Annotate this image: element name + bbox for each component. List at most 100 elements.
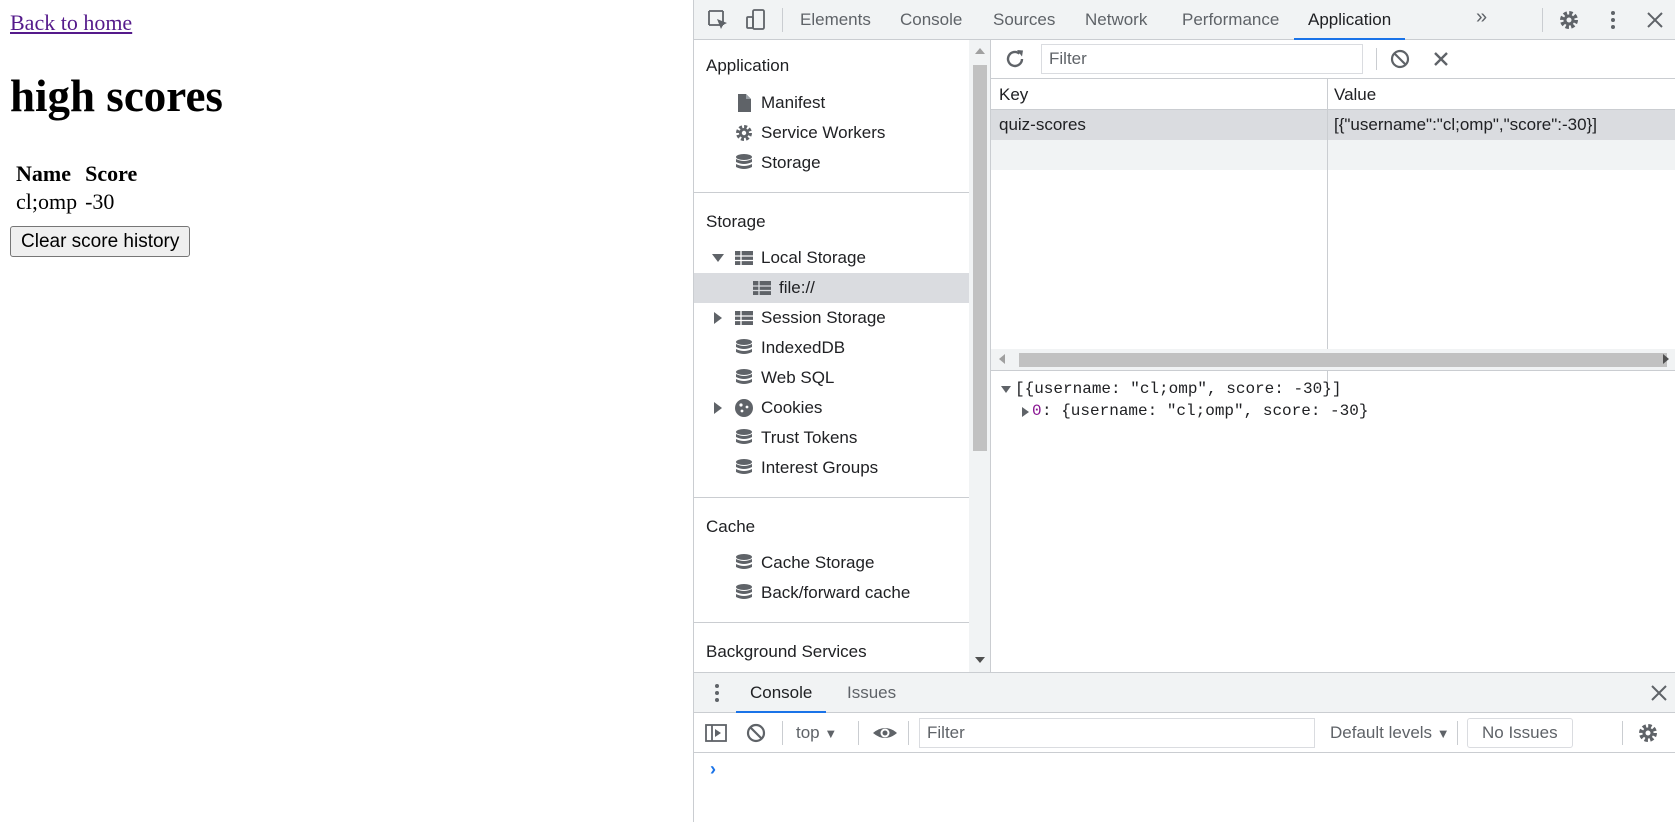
tabbar-separator [782,8,783,32]
expand-closed-icon[interactable] [714,402,722,414]
tab-console[interactable]: Console [900,0,962,40]
toolbar-separator [1376,48,1377,70]
sidebar-item-session-storage[interactable]: Session Storage [694,303,969,333]
sidebar-item-local-storage[interactable]: Local Storage [694,243,969,273]
back-to-home-link[interactable]: Back to home [10,10,132,36]
preview-child-index[interactable]: 0 [1032,402,1042,420]
console-prompt-chevron-icon[interactable]: › [710,759,716,780]
score-value-cell: -30 [85,189,115,214]
sidebar-item-interest-groups[interactable]: Interest Groups [694,453,969,483]
sidebar-section-application: Application [706,56,790,75]
issues-counter-button[interactable]: No Issues [1467,718,1573,748]
table-row[interactable]: quiz-scores [{"username":"cl;omp","score… [991,110,1675,140]
tab-application[interactable]: Application [1294,0,1406,40]
sidebar-section-storage: Storage [706,212,766,231]
tabbar-separator [1542,8,1543,32]
scroll-up-arrow-icon[interactable] [975,48,985,54]
eye-icon[interactable] [872,721,898,750]
delete-selected-icon[interactable] [1429,47,1453,71]
log-levels-dropdown[interactable]: Default levels ▼ [1330,713,1450,754]
toolbar-separator [782,721,783,745]
expand-open-icon[interactable] [1001,386,1011,393]
toolbar-separator [1622,721,1623,745]
sidebar-divider [694,497,969,498]
sidebar-item-cache-storage[interactable]: Cache Storage [694,548,969,578]
scroll-right-arrow-icon[interactable] [1663,354,1669,364]
key-column-header[interactable]: Key [999,79,1028,110]
console-settings-gear-icon[interactable] [1636,721,1660,750]
expand-closed-icon[interactable] [1022,407,1029,417]
sidebar-item-local-storage-file[interactable]: file:// [694,273,969,303]
storage-filter-input[interactable] [1041,44,1363,74]
drawer-menu-icon[interactable] [710,681,724,710]
context-selector[interactable]: top ▼ [796,713,837,754]
sidebar-item-label: Session Storage [761,308,886,327]
close-drawer-icon[interactable] [1648,682,1670,709]
drawer-tab-console[interactable]: Console [736,673,827,713]
page-heading: high scores [10,71,223,121]
close-devtools-icon[interactable] [1643,8,1667,32]
preview-child-value[interactable]: : {username: "cl;omp", score: -30} [1042,402,1368,420]
sidebar-item-label: Cookies [761,398,823,417]
clear-score-history-button[interactable]: Clear score history [10,226,191,257]
database-icon [734,458,754,478]
clear-all-block-icon[interactable] [1388,47,1412,71]
tab-performance[interactable]: Performance [1182,0,1279,40]
table-grid-icon [734,248,754,268]
sidebar-item-back-forward-cache[interactable]: Back/forward cache [694,578,969,608]
table-row: cl;omp -30 [16,189,137,215]
sidebar-divider [694,192,969,193]
database-icon [734,368,754,388]
database-icon [734,428,754,448]
storage-value-cell[interactable]: [{"username":"cl;omp","score":-30}] [1334,110,1597,140]
sidebar-item-service-workers[interactable]: Service Workers [694,118,969,148]
device-toolbar-icon[interactable] [744,8,768,32]
empty-table-row[interactable] [991,140,1675,170]
cookie-icon [734,398,754,418]
sidebar-item-label: Storage [761,153,821,172]
show-sidebar-icon[interactable] [704,721,728,750]
score-name-cell: cl;omp [16,189,78,214]
preview-root-value[interactable]: [{username: "cl;omp", score: -30}] [1015,380,1341,398]
grid-horizontal-scrollbar[interactable] [991,349,1675,371]
sidebar-item-manifest[interactable]: Manifest [694,88,969,118]
sidebar-item-label: Back/forward cache [761,583,911,602]
tab-network[interactable]: Network [1085,0,1147,40]
sidebar-item-indexeddb[interactable]: IndexedDB [694,333,969,363]
scroll-left-arrow-icon[interactable] [999,354,1005,364]
sidebar-item-web-sql[interactable]: Web SQL [694,363,969,393]
console-filter-input[interactable] [919,718,1315,748]
sidebar-item-trust-tokens[interactable]: Trust Tokens [694,423,969,453]
sidebar-item-label: Cache Storage [761,553,875,572]
sidebar-item-label: Web SQL [761,368,835,387]
storage-key-cell[interactable]: quiz-scores [999,110,1086,140]
drawer-tab-issues[interactable]: Issues [847,673,896,713]
grid-header: Key Value [991,79,1675,110]
expand-closed-icon[interactable] [714,312,722,324]
grid-scroll-thumb[interactable] [1019,353,1667,367]
more-tabs-icon[interactable]: » [1476,6,1487,29]
column-divider [1327,79,1328,388]
refresh-icon[interactable] [1003,47,1027,71]
inspect-element-icon[interactable] [706,8,730,32]
expand-open-icon[interactable] [712,254,724,262]
console-toolbar: top ▼ Default levels ▼ No Issues [694,713,1675,753]
sidebar-divider [694,622,969,623]
document-icon [734,93,754,113]
kebab-menu-icon[interactable] [1601,8,1625,32]
clear-console-icon[interactable] [744,721,768,750]
sidebar-scrollbar[interactable] [969,40,991,672]
sidebar-item-storage[interactable]: Storage [694,148,969,178]
settings-gear-icon[interactable] [1557,8,1581,32]
name-column-header: Name [16,161,71,186]
scroll-down-arrow-icon[interactable] [975,657,985,663]
tab-sources[interactable]: Sources [993,0,1055,40]
value-column-header[interactable]: Value [1334,79,1376,110]
sidebar-item-cookies[interactable]: Cookies [694,393,969,423]
sidebar-section-cache: Cache [706,517,756,536]
sidebar-scroll-thumb[interactable] [973,65,987,451]
log-levels-label: Default levels [1330,723,1433,742]
tab-elements[interactable]: Elements [800,0,871,40]
application-sidebar: Application Manifest Service Workers Sto… [694,40,969,672]
scores-table: Name Score cl;omp -30 [12,159,141,217]
